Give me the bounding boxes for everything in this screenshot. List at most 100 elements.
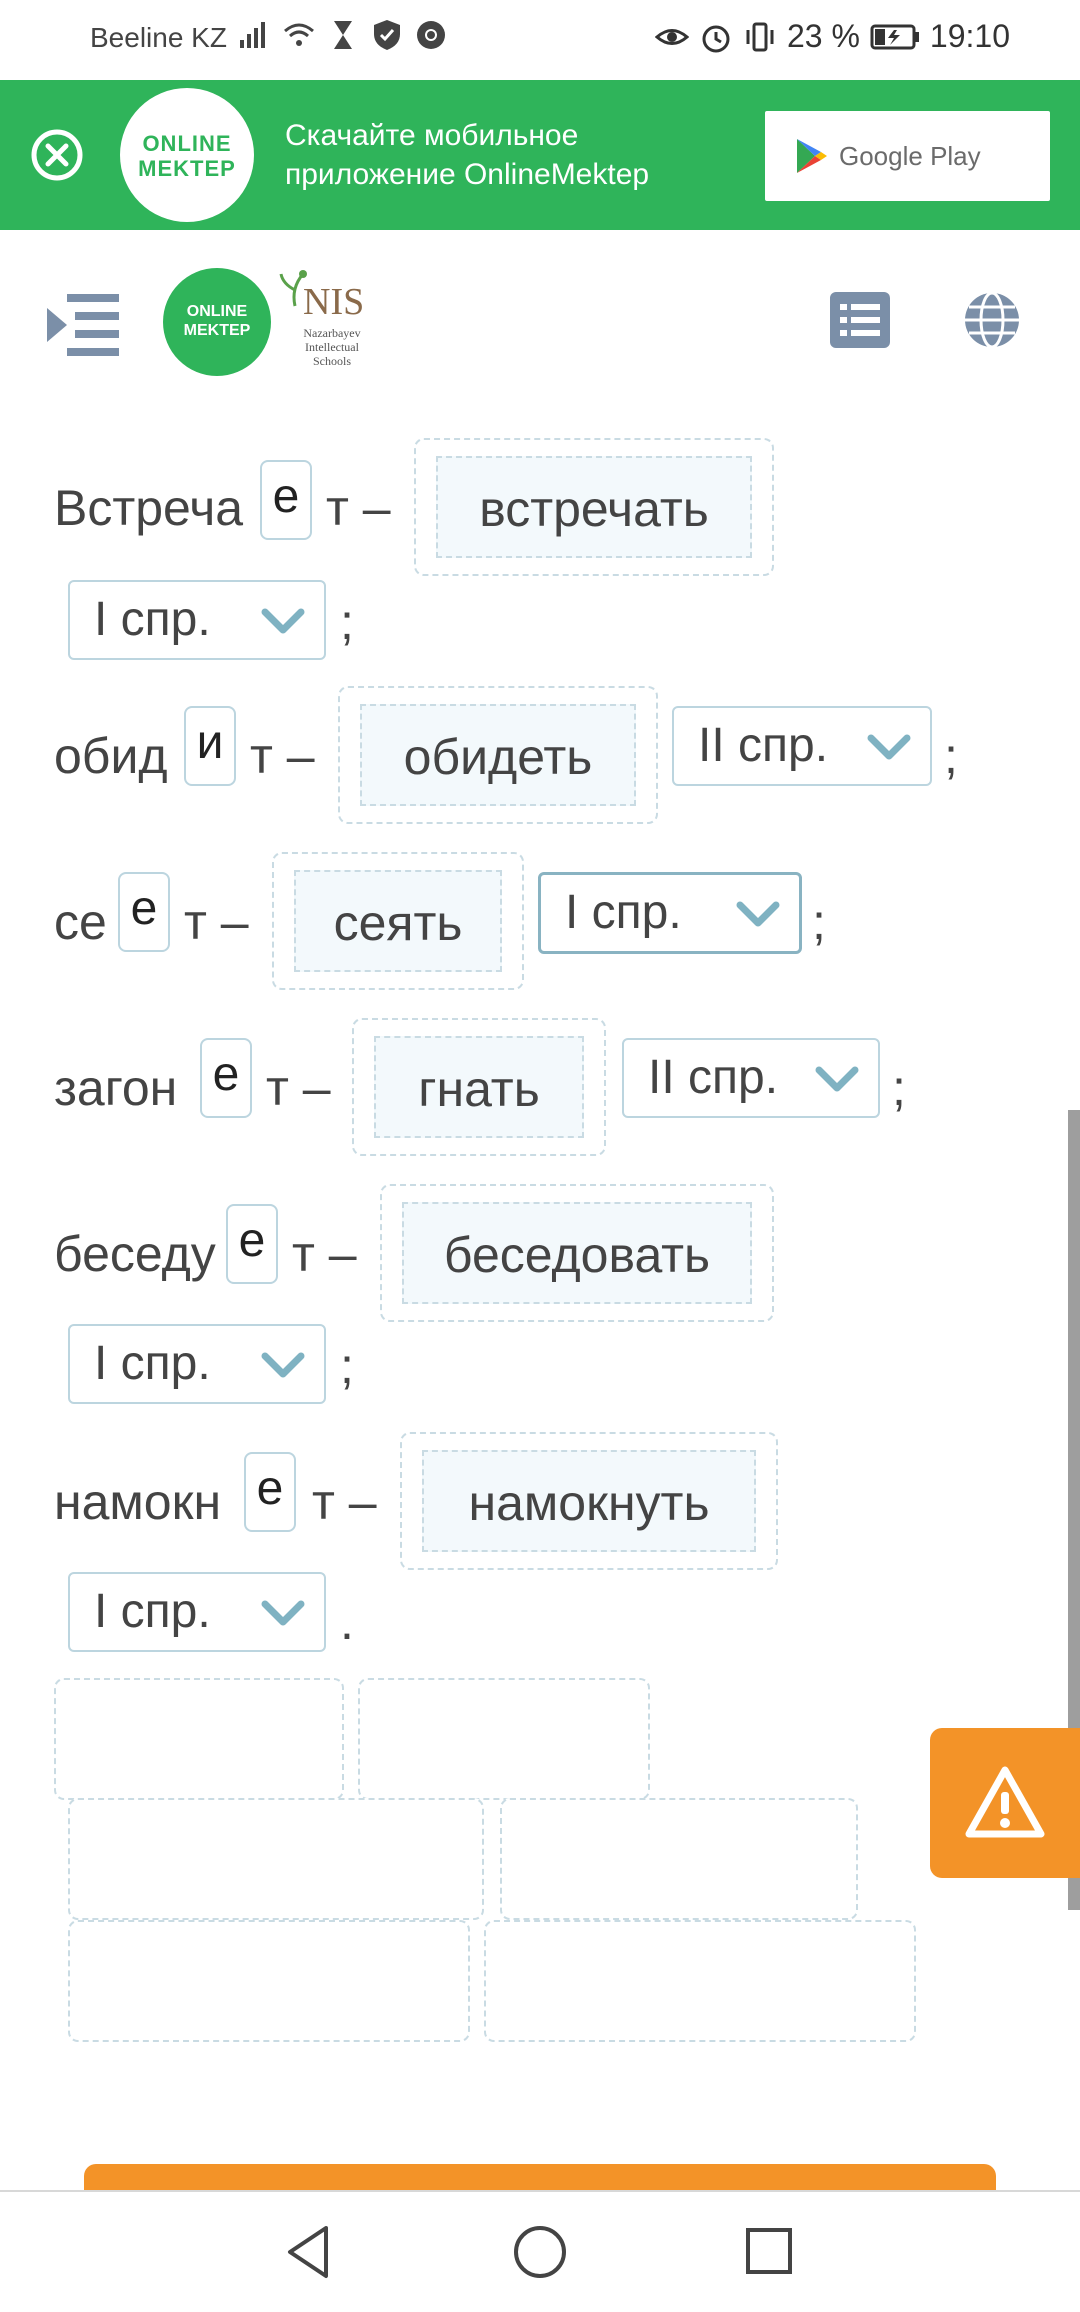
letter-input[interactable]: е	[226, 1204, 278, 1284]
empty-drop-zone[interactable]	[54, 1678, 344, 1800]
conjugation-select[interactable]: I спр.	[68, 1324, 326, 1404]
chevron-down-icon	[261, 608, 305, 634]
alarm-icon	[702, 25, 730, 52]
check-answer-button[interactable]	[84, 2164, 996, 2192]
nis-sub-line2: Intellectual	[305, 340, 359, 354]
header-logo-line1: ONLINE	[186, 303, 248, 320]
clock-time: 19:10	[929, 18, 1010, 54]
home-icon[interactable]	[510, 2222, 570, 2282]
conjugation-value: I спр.	[94, 1337, 211, 1390]
chevron-down-icon	[261, 1352, 305, 1378]
logo-text-line1: ONLINE	[142, 131, 232, 156]
empty-drop-zone[interactable]	[500, 1798, 858, 1920]
word-suffix: т –	[250, 728, 315, 784]
header-logo[interactable]: ONLINE MEKTEP	[163, 268, 271, 376]
google-play-label: Google Play	[839, 140, 981, 171]
word-suffix: т –	[326, 480, 391, 536]
nis-title: NIS	[303, 281, 365, 323]
nis-sub-line3: Schools	[312, 354, 351, 368]
empty-drop-zone[interactable]	[68, 1798, 484, 1920]
promo-message: Скачайте мобильное приложение OnlineMekt…	[285, 116, 745, 194]
infinitive-chip[interactable]: сеять	[294, 870, 502, 972]
app-promo-banner: ONLINE MEKTEP Скачайте мобильное приложе…	[0, 80, 1080, 230]
conjugation-value: I спр.	[94, 593, 211, 646]
chevron-down-icon	[815, 1066, 859, 1092]
punctuation: ;	[944, 728, 958, 784]
conjugation-select[interactable]: I спр.	[68, 1572, 326, 1652]
chevron-down-icon	[736, 901, 780, 927]
letter-input[interactable]: е	[244, 1452, 296, 1532]
word-suffix: т –	[312, 1474, 377, 1530]
system-nav-bar	[0, 2190, 1080, 2312]
conjugation-value: II спр.	[698, 719, 829, 772]
drop-zone[interactable]: гнать	[352, 1018, 606, 1156]
recent-apps-icon[interactable]	[742, 2222, 798, 2282]
letter-input[interactable]: и	[184, 706, 236, 786]
status-icons-left	[238, 18, 448, 52]
drop-zone[interactable]: встречать	[414, 438, 774, 576]
battery-percent: 23 %	[786, 18, 860, 54]
word-prefix: намокн	[54, 1474, 222, 1530]
word-prefix: Встреча	[54, 480, 244, 536]
carrier-name: Beeline KZ	[90, 22, 227, 53]
word-prefix: загон	[54, 1060, 178, 1116]
conjugation-select[interactable]: I спр.	[538, 872, 802, 954]
empty-drop-zone[interactable]	[484, 1920, 916, 2042]
logo-text-line2: MEKTEP	[138, 156, 236, 181]
menu-toggle-icon[interactable]	[45, 290, 121, 362]
drop-zone[interactable]: намокнуть	[400, 1432, 778, 1570]
drop-zone[interactable]: обидеть	[338, 686, 658, 824]
punctuation: .	[340, 1594, 354, 1650]
punctuation: ;	[340, 594, 354, 650]
letter-input[interactable]: е	[260, 460, 312, 540]
conjugation-select[interactable]: II спр.	[622, 1038, 880, 1118]
list-icon[interactable]	[830, 292, 890, 348]
conjugation-value: II спр.	[648, 1051, 779, 1104]
drop-zone[interactable]: беседовать	[380, 1184, 774, 1322]
hourglass-icon	[334, 21, 352, 49]
back-icon[interactable]	[282, 2222, 336, 2282]
conjugation-value: I спр.	[565, 886, 682, 939]
google-play-icon	[797, 139, 827, 173]
infinitive-chip[interactable]: беседовать	[402, 1202, 752, 1304]
drop-zone[interactable]: сеять	[272, 852, 524, 990]
nis-logo: NIS Nazarbayev Intellectual Schools	[275, 268, 375, 378]
conjugation-select[interactable]: II спр.	[672, 706, 932, 786]
punctuation: ;	[892, 1060, 906, 1116]
infinitive-chip[interactable]: гнать	[374, 1036, 584, 1138]
google-play-badge: Google Play	[795, 131, 1020, 181]
conjugation-select[interactable]: I спр.	[68, 580, 326, 660]
wifi-icon	[284, 23, 314, 46]
vibrate-icon	[746, 22, 774, 51]
word-prefix: обид	[54, 728, 168, 784]
punctuation: ;	[340, 1338, 354, 1394]
eye-icon	[654, 28, 689, 45]
close-icon[interactable]	[30, 128, 84, 182]
google-play-button[interactable]: Google Play	[765, 111, 1050, 201]
infinitive-chip[interactable]: встречать	[436, 456, 752, 558]
nis-sub-line1: Nazarbayev	[303, 326, 361, 340]
nis-subtitle: Nazarbayev Intellectual Schools	[287, 326, 377, 368]
globe-icon[interactable]	[962, 290, 1022, 350]
conjugation-value: I спр.	[94, 1585, 211, 1638]
promo-text-line1: Скачайте мобильное	[285, 119, 579, 152]
word-suffix: т –	[184, 894, 249, 950]
promo-text-line2: приложение OnlineMektep	[285, 158, 650, 191]
letter-input[interactable]: е	[118, 872, 170, 952]
word-prefix: беседу	[54, 1226, 216, 1282]
infinitive-chip[interactable]: намокнуть	[422, 1450, 756, 1552]
header-logo-line2: MEKTEP	[183, 322, 251, 339]
battery-icon	[870, 24, 919, 49]
empty-drop-zone[interactable]	[68, 1920, 470, 2042]
word-prefix: се	[54, 894, 107, 950]
warning-icon	[965, 1766, 1045, 1838]
shield-icon	[374, 20, 400, 50]
word-suffix: т –	[266, 1060, 331, 1116]
letter-input[interactable]: е	[200, 1038, 252, 1118]
infinitive-chip[interactable]: обидеть	[360, 704, 636, 806]
site-header: ONLINE MEKTEP NIS Nazarbayev Intellectua…	[0, 230, 1080, 390]
chrome-icon	[417, 21, 445, 49]
report-button[interactable]	[930, 1728, 1080, 1878]
empty-drop-zone[interactable]	[358, 1678, 650, 1800]
punctuation: ;	[812, 894, 826, 950]
